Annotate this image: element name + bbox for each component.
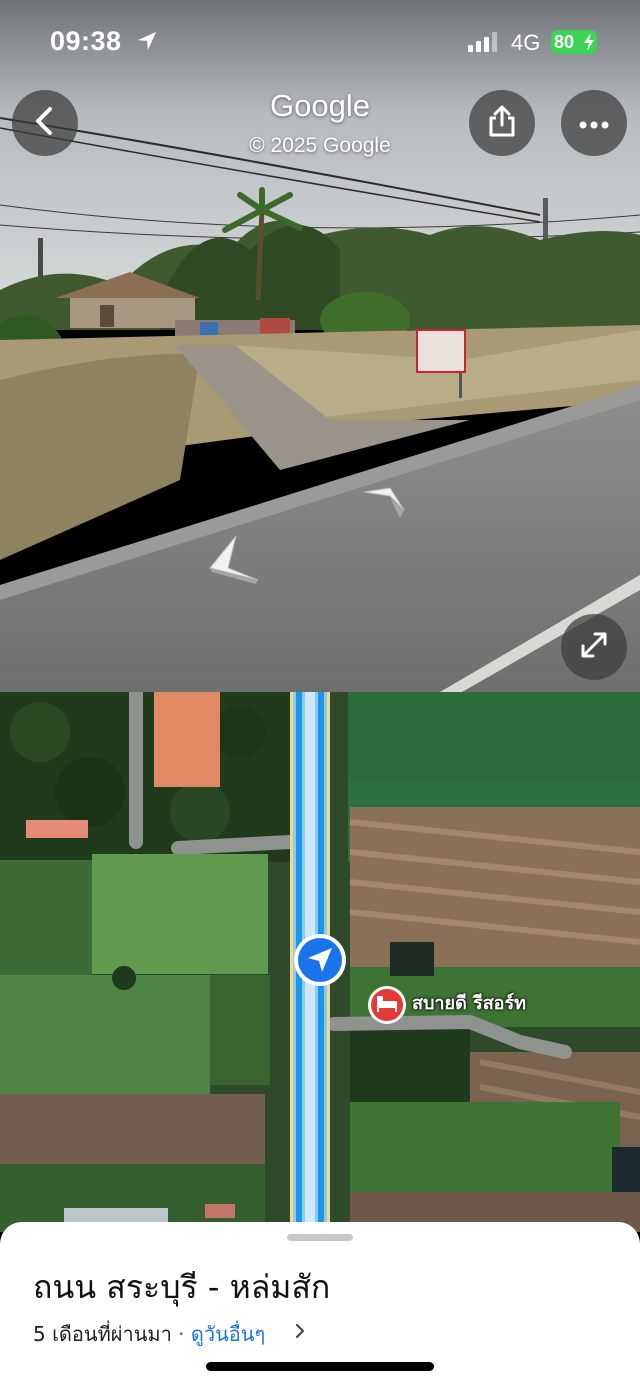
share-button[interactable] xyxy=(469,90,535,156)
hotel-pin xyxy=(368,986,406,1024)
status-bar: 09:38 4G 80 xyxy=(0,0,640,86)
chevron-right-icon[interactable] xyxy=(294,1322,306,1344)
nav-arrow-forward[interactable] xyxy=(362,486,410,526)
network-type: 4G xyxy=(511,30,541,55)
expand-button[interactable] xyxy=(561,614,627,680)
more-dots-icon xyxy=(579,114,609,133)
satellite-imagery[interactable] xyxy=(0,692,640,1232)
nav-arrow-back[interactable] xyxy=(206,532,264,592)
battery-indicator: 80 xyxy=(551,30,597,54)
separator-dot: · xyxy=(178,1322,185,1346)
capture-date: 5 เดือนที่ผ่านมา xyxy=(33,1322,172,1346)
place-pin-label[interactable]: สบายดี รีสอร์ท xyxy=(412,988,526,1017)
home-indicator[interactable] xyxy=(206,1362,434,1371)
place-bottom-sheet[interactable]: ถนน สระบุรี - หล่มสัก 5 เดือนที่ผ่านมา ·… xyxy=(0,1222,640,1384)
street-view-copyright: © 2025 Google xyxy=(249,134,391,157)
see-other-dates-link[interactable]: ดูวันอื่นๆ xyxy=(191,1322,265,1346)
street-view-panorama[interactable]: 09:38 4G 80 Google © 2025 Google xyxy=(0,0,640,692)
more-options-button[interactable] xyxy=(561,90,627,156)
place-title: ถนน สระบุรี - หล่มสัก xyxy=(33,1268,331,1306)
sheet-grabber[interactable] xyxy=(287,1234,353,1241)
expand-icon xyxy=(578,629,610,665)
satellite-map[interactable]: สบายดี รีสอร์ท xyxy=(0,692,640,1232)
capture-info: 5 เดือนที่ผ่านมา · ดูวันอื่นๆ xyxy=(33,1318,265,1350)
battery-level: 80 xyxy=(554,32,575,52)
charging-bolt-icon xyxy=(583,33,595,57)
location-arrow-icon xyxy=(136,30,158,56)
current-location-marker xyxy=(294,934,346,986)
signal-bars-icon xyxy=(468,32,500,56)
street-view-brand: Google xyxy=(270,88,370,123)
share-icon xyxy=(487,104,517,142)
status-time: 09:38 xyxy=(50,26,122,56)
